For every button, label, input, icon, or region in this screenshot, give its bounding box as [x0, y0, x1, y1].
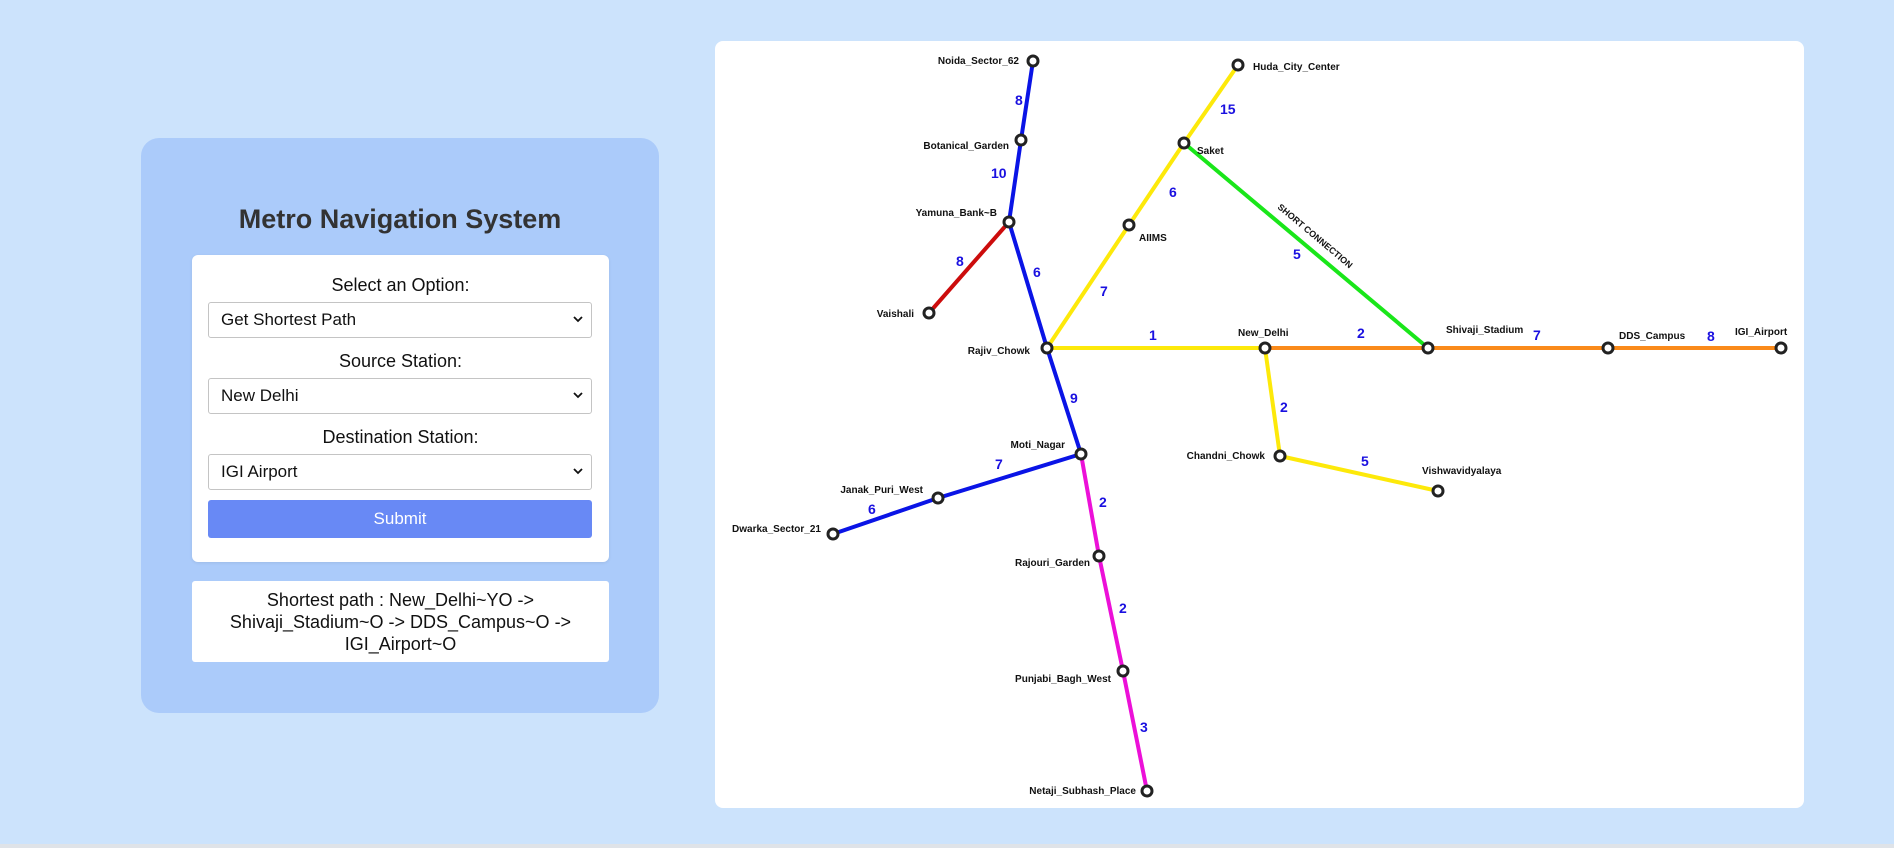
- line-segment-saket-shivaji: [1182, 141, 1430, 350]
- weight-label: 7: [1533, 327, 1541, 343]
- navigation-panel: Metro Navigation System Select an Option…: [141, 138, 659, 713]
- weight-label: 8: [1707, 328, 1715, 344]
- option-select[interactable]: Get Shortest Path: [208, 302, 592, 338]
- station-node-netaji-subhash-place[interactable]: [1140, 784, 1154, 798]
- weight-label: 3: [1140, 719, 1148, 735]
- destination-select[interactable]: IGI Airport: [208, 454, 592, 490]
- line-segment-moti-rajouri: [1079, 452, 1101, 558]
- station-node-dwarka-sector-21[interactable]: [826, 527, 840, 541]
- weight-label: 1: [1149, 327, 1157, 343]
- station-label-moti-nagar: Moti_Nagar: [1011, 440, 1066, 451]
- result-box: Shortest path : New_Delhi~YO -> Shivaji_…: [192, 581, 609, 662]
- weight-label: 2: [1280, 399, 1288, 415]
- station-label-vishwavidyalaya: Vishwavidyalaya: [1422, 466, 1502, 477]
- short-connection-label: SHORT CONNECTION: [1276, 202, 1355, 270]
- bottom-scrollbar-strip: [0, 844, 1894, 848]
- station-node-dds-campus[interactable]: [1601, 341, 1615, 355]
- shortest-path-result: Shortest path : New_Delhi~YO -> Shivaji_…: [212, 589, 589, 655]
- line-segment-noida-botanical: [1019, 59, 1035, 142]
- station-node-vaishali[interactable]: [922, 306, 936, 320]
- weight-label: 6: [1033, 264, 1041, 280]
- station-node-punjabi-bagh-west[interactable]: [1116, 664, 1130, 678]
- line-segment-yamuna-rajiv: [1007, 220, 1049, 350]
- station-label-igi-airport: IGI_Airport: [1735, 327, 1788, 338]
- weight-label: 6: [1169, 184, 1177, 200]
- source-label: Source Station:: [338, 351, 463, 371]
- weight-label: 7: [1100, 283, 1108, 299]
- station-node-saket[interactable]: [1177, 136, 1191, 150]
- station-label-new-delhi: New_Delhi: [1238, 328, 1289, 339]
- station-node-igi-airport[interactable]: [1774, 341, 1788, 355]
- chevron-down-icon: [573, 392, 583, 399]
- station-node-new-delhi[interactable]: [1258, 341, 1272, 355]
- station-label-dds-campus: DDS_Campus: [1619, 331, 1686, 342]
- destination-label: Destination Station:: [322, 427, 479, 447]
- station-node-moti-nagar[interactable]: [1074, 447, 1088, 461]
- option-select-value: Get Shortest Path: [221, 310, 357, 329]
- weight-label: 2: [1357, 325, 1365, 341]
- station-label-punjabi-bagh-west: Punjabi_Bagh_West: [1015, 674, 1112, 685]
- station-label-janak-puri-west: Janak_Puri_West: [840, 485, 923, 496]
- station-label-noida-sector-62: Noida_Sector_62: [938, 56, 1020, 67]
- line-segment-moti-janak: [936, 452, 1083, 500]
- station-node-noida-sector-62[interactable]: [1026, 54, 1040, 68]
- weight-label: 9: [1070, 390, 1078, 406]
- result-line: Shivaji_Stadium~O -> DDS_Campus~O ->: [229, 612, 572, 632]
- station-node-botanical-garden[interactable]: [1014, 133, 1028, 147]
- line-segment-yamuna-vaishali: [927, 220, 1011, 315]
- station-label-vaishali: Vaishali: [877, 309, 914, 320]
- source-select-value: New Delhi: [221, 386, 299, 405]
- station-label-huda-city-center: Huda_City_Center: [1253, 62, 1340, 73]
- line-segment-botanical-yamuna: [1007, 138, 1023, 224]
- station-node-janak-puri-west[interactable]: [931, 491, 945, 505]
- station-label-yamuna-bank: Yamuna_Bank~B: [916, 208, 997, 219]
- weight-label: 15: [1220, 101, 1236, 117]
- station-node-chandni-chowk[interactable]: [1273, 449, 1287, 463]
- result-line: IGI_Airport~O: [344, 634, 457, 654]
- station-node-rajouri-garden[interactable]: [1092, 549, 1106, 563]
- metro-map: Noida_Sector_62 Botanical_Garden Yamuna_…: [715, 41, 1804, 808]
- station-node-vishwavidyalaya[interactable]: [1431, 484, 1445, 498]
- submit-button[interactable]: Submit: [208, 500, 592, 538]
- line-segment-aiims-rajiv: [1045, 223, 1131, 350]
- station-label-dwarka-sector-21: Dwarka_Sector_21: [732, 524, 821, 535]
- weight-label: 6: [868, 501, 876, 517]
- station-node-yamuna-bank[interactable]: [1002, 215, 1016, 229]
- chevron-down-icon: [573, 468, 583, 475]
- line-segment-janak-dwarka: [831, 496, 940, 536]
- result-line: Shortest path : New_Delhi~YO ->: [266, 590, 535, 610]
- route-form: Select an Option: Get Shortest Path Sour…: [192, 255, 609, 562]
- source-select[interactable]: New Delhi: [208, 378, 592, 414]
- station-label-rajouri-garden: Rajouri_Garden: [1015, 558, 1090, 569]
- station-label-saket: Saket: [1197, 146, 1224, 157]
- line-segment-newdelhi-chandni: [1263, 346, 1282, 458]
- weight-label: 8: [1015, 92, 1023, 108]
- station-label-chandni-chowk: Chandni_Chowk: [1187, 451, 1266, 462]
- station-label-shivaji-stadium: Shivaji_Stadium: [1446, 325, 1523, 336]
- station-node-shivaji-stadium[interactable]: [1421, 341, 1435, 355]
- station-label-aiims: AIIMS: [1139, 233, 1167, 244]
- weight-label: 5: [1293, 246, 1301, 262]
- station-node-rajiv-chowk[interactable]: [1040, 341, 1054, 355]
- weight-label: 2: [1119, 600, 1127, 616]
- metro-map-canvas: Noida_Sector_62 Botanical_Garden Yamuna_…: [732, 54, 1788, 798]
- option-label: Select an Option:: [331, 275, 470, 295]
- line-segment-chandni-vishwa: [1278, 454, 1440, 493]
- weight-label: 2: [1099, 494, 1107, 510]
- destination-select-value: IGI Airport: [221, 462, 298, 481]
- station-label-botanical-garden: Botanical_Garden: [923, 141, 1009, 152]
- station-node-huda-city-center[interactable]: [1231, 58, 1245, 72]
- chevron-down-icon: [573, 316, 583, 323]
- weight-label: 7: [995, 456, 1003, 472]
- station-label-netaji-subhash-place: Netaji_Subhash_Place: [1029, 786, 1136, 797]
- weight-label: 8: [956, 253, 964, 269]
- weight-label: 10: [991, 165, 1007, 181]
- station-node-aiims[interactable]: [1122, 218, 1136, 232]
- weight-label: 5: [1361, 453, 1369, 469]
- station-label-rajiv-chowk: Rajiv_Chowk: [968, 346, 1031, 357]
- page-title: Metro Navigation System: [238, 204, 562, 234]
